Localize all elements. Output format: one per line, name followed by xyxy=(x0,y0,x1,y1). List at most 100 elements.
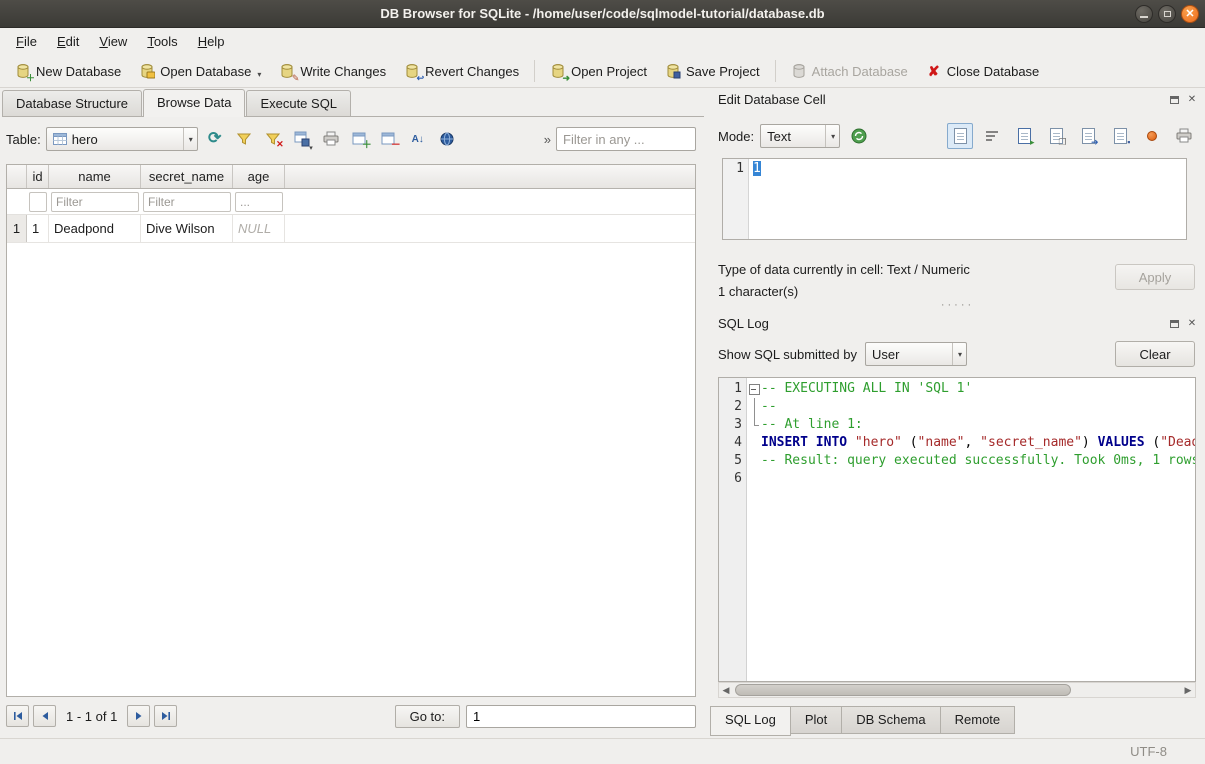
filter-input-id[interactable] xyxy=(29,192,47,212)
toolbar-overflow-icon[interactable]: » xyxy=(544,132,551,147)
delete-record-icon[interactable]: － xyxy=(377,127,401,151)
import-text-icon[interactable]: ▸ xyxy=(1011,123,1037,149)
menu-file[interactable]: File xyxy=(6,30,47,53)
apply-button[interactable]: Apply xyxy=(1115,264,1195,290)
line-number: 5 xyxy=(719,452,747,470)
last-record-button[interactable] xyxy=(154,705,177,727)
write-changes-button[interactable]: ✎ Write Changes xyxy=(270,58,395,84)
sql-log-editor[interactable]: 1-- EXECUTING ALL IN 'SQL 1'2--3-- At li… xyxy=(718,377,1196,682)
goto-button[interactable]: Go to: xyxy=(395,705,460,728)
tab-database-structure[interactable]: Database Structure xyxy=(2,90,142,116)
print-table-icon[interactable] xyxy=(319,127,343,151)
sort-asc-icon[interactable]: A↓ xyxy=(406,127,430,151)
next-record-button[interactable] xyxy=(127,705,150,727)
menu-edit[interactable]: Edit xyxy=(47,30,89,53)
close-database-button[interactable]: ✘ Close Database xyxy=(917,58,1049,84)
minimize-button[interactable] xyxy=(1135,5,1153,23)
insert-record-icon[interactable]: ＋ xyxy=(348,127,372,151)
attach-database-button[interactable]: Attach Database xyxy=(782,58,917,84)
edit-cell-header: Edit Database Cell ✕ xyxy=(718,92,1199,107)
submitted-by-select[interactable]: User ▾ xyxy=(865,342,967,366)
first-record-button[interactable] xyxy=(6,705,29,727)
float-panel-icon[interactable] xyxy=(1167,93,1181,107)
previous-record-button[interactable] xyxy=(33,705,56,727)
dock-tab-plot[interactable]: Plot xyxy=(791,706,842,734)
open-project-icon: ➜ xyxy=(550,63,566,79)
fold-toggle-icon[interactable] xyxy=(747,380,761,398)
mode-select[interactable]: Text ▾ xyxy=(760,124,840,148)
code-text: INSERT INTO "hero" ("name", "secret_name… xyxy=(761,434,1195,452)
column-header-name[interactable]: name xyxy=(49,165,141,188)
menu-view[interactable]: View xyxy=(89,30,137,53)
table-select[interactable]: hero ▾ xyxy=(46,127,198,151)
export-table-icon[interactable]: ▾ xyxy=(290,127,314,151)
dock-tab-remote[interactable]: Remote xyxy=(941,706,1016,734)
refresh-icon[interactable]: ⟳ xyxy=(203,127,227,151)
cell-char-count: 1 character(s) xyxy=(718,284,798,299)
column-header-secret-name[interactable]: secret_name xyxy=(141,165,233,188)
export-data-icon[interactable]: ➜ xyxy=(1075,123,1101,149)
cell-name[interactable]: Deadpond xyxy=(49,215,141,242)
table-row[interactable]: 11DeadpondDive WilsonNULL xyxy=(7,215,695,243)
filter-any-input[interactable] xyxy=(556,127,696,151)
close-panel-icon[interactable]: ✕ xyxy=(1185,317,1199,331)
filter-input-secret-name[interactable] xyxy=(143,192,231,212)
set-null-icon[interactable] xyxy=(1139,123,1165,149)
close-panel-icon[interactable]: ✕ xyxy=(1185,93,1199,107)
tab-execute-sql[interactable]: Execute SQL xyxy=(246,90,351,116)
clear-filters-icon[interactable]: ✕ xyxy=(261,127,285,151)
text-view-icon[interactable] xyxy=(947,123,973,149)
menu-help[interactable]: Help xyxy=(188,30,235,53)
filter-input-name[interactable] xyxy=(51,192,139,212)
revert-changes-icon: ↩ xyxy=(404,63,420,79)
close-button[interactable]: ✕ xyxy=(1181,5,1199,23)
submitted-by-value: User xyxy=(872,347,944,362)
sort-desc-icon[interactable] xyxy=(435,127,459,151)
filter-input-age[interactable] xyxy=(235,192,283,212)
cell-id[interactable]: 1 xyxy=(27,215,49,242)
row-header[interactable]: 1 xyxy=(7,215,27,242)
table-body: 11DeadpondDive WilsonNULL xyxy=(7,215,695,243)
new-database-button[interactable]: ＋ New Database xyxy=(6,58,130,84)
mode-row: Mode: Text ▾ ▸ ❐ ➜ ▪ xyxy=(718,122,1197,150)
column-header-age[interactable]: age xyxy=(233,165,285,188)
goto-input[interactable] xyxy=(466,705,696,728)
maximize-button[interactable] xyxy=(1158,5,1176,23)
open-project-button[interactable]: ➜ Open Project xyxy=(541,58,656,84)
column-header-id[interactable]: id xyxy=(27,165,49,188)
save-filter-icon[interactable] xyxy=(232,127,256,151)
panel-splitter[interactable]: ····· xyxy=(710,300,1205,310)
fold-marker xyxy=(747,398,761,416)
horizontal-scrollbar[interactable]: ◀ ▶ xyxy=(718,682,1196,698)
window-controls: ✕ xyxy=(1135,5,1199,23)
print-cell-icon[interactable] xyxy=(1171,123,1197,149)
cell-age[interactable]: NULL xyxy=(233,215,285,242)
data-grid[interactable]: id name secret_name age 11DeadpondDive W… xyxy=(6,164,696,697)
clear-log-button[interactable]: Clear xyxy=(1115,341,1195,367)
status-bar: UTF-8 xyxy=(0,738,1205,764)
scrollbar-handle[interactable] xyxy=(735,684,1071,696)
dock-tab-sql-log[interactable]: SQL Log xyxy=(710,706,791,736)
open-database-button[interactable]: Open Database ▾ xyxy=(130,58,270,84)
toolbar-separator xyxy=(775,60,776,82)
word-wrap-icon[interactable] xyxy=(979,123,1005,149)
cell-secret-name[interactable]: Dive Wilson xyxy=(141,215,233,242)
revert-changes-button[interactable]: ↩ Revert Changes xyxy=(395,58,528,84)
table-icon xyxy=(53,133,67,145)
save-data-icon[interactable]: ▪ xyxy=(1107,123,1133,149)
auto-switch-mode-icon[interactable] xyxy=(846,123,872,149)
menu-tools[interactable]: Tools xyxy=(137,30,187,53)
cell-value-editor[interactable]: 1 1 xyxy=(722,158,1187,240)
tab-browse-data[interactable]: Browse Data xyxy=(143,89,245,117)
main-tab-bar: Database Structure Browse Data Execute S… xyxy=(2,90,704,117)
show-sql-label: Show SQL submitted by xyxy=(718,347,857,362)
copy-data-icon[interactable]: ❐ xyxy=(1043,123,1069,149)
scroll-right-icon[interactable]: ▶ xyxy=(1181,685,1195,696)
save-project-button[interactable]: Save Project xyxy=(656,58,769,84)
dock-tab-db-schema[interactable]: DB Schema xyxy=(842,706,940,734)
scroll-left-icon[interactable]: ◀ xyxy=(719,685,733,696)
float-panel-icon[interactable] xyxy=(1167,317,1181,331)
records-bar: 1 - 1 of 1 Go to: xyxy=(6,703,696,729)
open-database-dropdown-icon[interactable]: ▾ xyxy=(257,70,261,79)
sql-log-line: 2-- xyxy=(719,398,1195,416)
